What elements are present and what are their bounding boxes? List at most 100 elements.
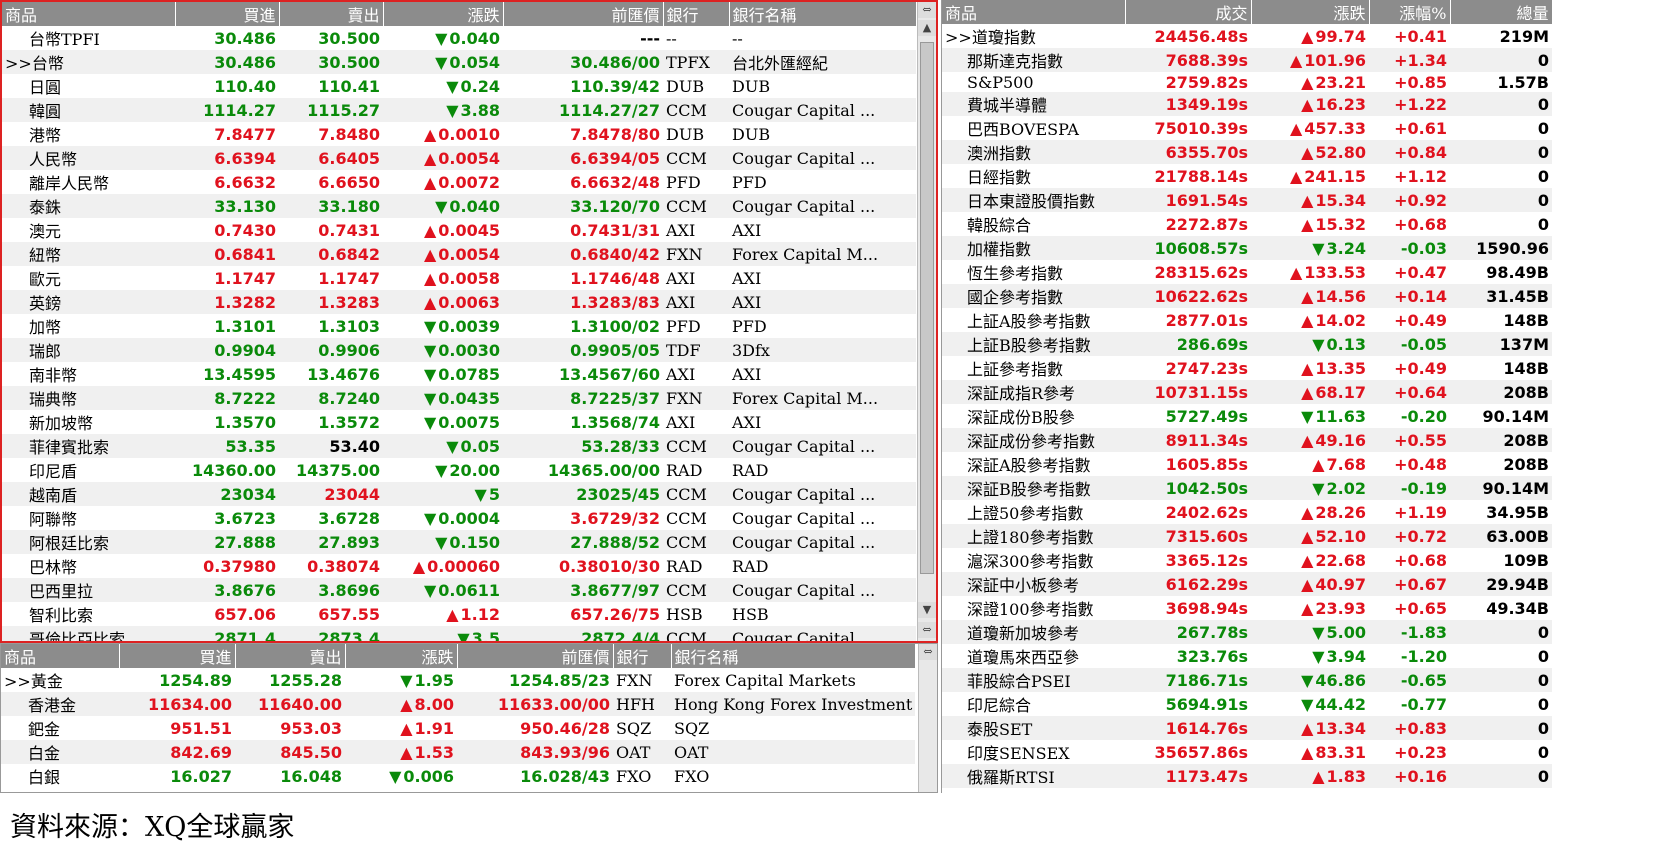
table-row[interactable]: 巴林幣 0.37980 0.380740.00060 0.38010/30 RAD RAD [2,554,916,578]
table-row[interactable]: 道瓊馬來西亞參 323.76s3.94 -1.20 0 [942,644,1552,668]
table-row[interactable]: 台幣30.48630.5000.05430.486/00TPFX台北外匯經紀 [2,50,916,74]
scroll-refresh-icon[interactable]: ⇔ [918,622,936,638]
row-bank-name: SQZ [674,718,710,738]
index-volume: 0 [1450,620,1552,644]
table-row[interactable]: 韓股綜合 2272.87s15.32 +0.68 0 [942,212,1552,236]
scroll-down-arrow-icon[interactable]: ▼ [918,602,936,618]
table-row[interactable]: 日圓 110.40 110.410.24 110.39/42 DUB DUB [2,74,916,98]
col-header-1[interactable]: 買進 [175,2,280,26]
table-row[interactable]: 歐元1.17471.17470.00581.1746/48AXIAXI [2,266,916,290]
index-col-header-3[interactable]: 漲幅% [1369,0,1451,24]
col-header-4[interactable]: 前匯價 [457,644,614,668]
row-change: 3.5 [383,626,503,641]
row-name: 韓圓 [2,98,175,122]
scroll-up-icon[interactable]: ⇔ [918,2,936,18]
col-header-6[interactable]: 銀行名稱 [729,2,917,26]
col-header-3[interactable]: 漲跌 [383,2,504,26]
table-row[interactable]: 離岸人民幣 6.6632 6.66500.0072 6.6632/48 PFD PFD [2,170,916,194]
table-row[interactable]: 上證50參考指數 2402.62s28.26 +1.19 34.95B [942,500,1552,524]
table-row[interactable]: 費城半導體1349.19s16.23+1.220 [942,92,1552,116]
col-header-5[interactable]: 銀行 [663,2,730,26]
table-row[interactable]: 白銀 16.027 16.0480.006 16.028/43 FXO FXO [1,764,915,788]
table-row[interactable]: 南非幣 13.4595 13.46760.0785 13.4567/60 AXI AXI [2,362,916,386]
table-row[interactable]: 紐幣0.68410.68420.00540.6840/42FXNForex Ca… [2,242,916,266]
table-row[interactable]: 深証中小板參考6162.29s40.97+0.6729.94B [942,572,1552,596]
index-pct: +0.84 [1369,140,1450,164]
table-row[interactable]: 道瓊指數 24456.48s99.74 +0.41 219M [942,24,1552,48]
table-row[interactable]: S&P500 2759.82s23.21 +0.85 1.57B [942,72,1552,92]
table-row[interactable]: 菲律賓批索53.3553.400.0553.28/33CCMCougar Cap… [2,434,916,458]
table-row[interactable]: 俄羅斯RTSI1173.47s1.83+0.160 [942,764,1552,788]
col-header-0[interactable]: 商品 [2,2,176,26]
table-row[interactable]: 白金842.69845.501.53843.93/96OATOAT [1,740,915,764]
table-row[interactable]: 阿根廷比索27.88827.8930.15027.888/52CCMCougar… [2,530,916,554]
table-row[interactable]: 泰銖33.13033.1800.04033.120/70CCMCougar Ca… [2,194,916,218]
table-row[interactable]: 加幣 1.3101 1.31030.0039 1.3100/02 PFD PFD [2,314,916,338]
table-row[interactable]: 道瓊英國參考指數341.21s0.55+0.160 [942,788,1552,794]
table-row[interactable]: 英鎊1.32821.32830.00631.3283/83AXIAXI [2,290,916,314]
fx-scrollbar[interactable]: ⇔ ▲ ▼ ⇔ [917,2,936,641]
row-bid: 23034 [175,482,279,506]
table-row[interactable]: 印尼盾 14360.00 14375.0020.00 14365.00/00 RAD RA… [2,458,916,482]
table-row[interactable]: 港幣 7.8477 7.84800.0010 7.8478/80 DUB DUB [2,122,916,146]
col-header-0[interactable]: 商品 [1,644,120,668]
table-row[interactable]: 國企參考指數10622.62s14.56+0.1431.45B [942,284,1552,308]
col-header-6[interactable]: 銀行名稱 [671,644,916,668]
table-row[interactable]: 人民幣6.63946.64050.00546.6394/05CCMCougar … [2,146,916,170]
index-col-header-0[interactable]: 商品 [942,0,1126,24]
col-header-5[interactable]: 銀行 [613,644,672,668]
table-row[interactable]: 黃金 1254.89 1255.281.95 1254.85/23 FXN Forex C… [1,668,915,692]
metals-scroll-corner-icon[interactable]: ⇔ [919,644,937,660]
table-row[interactable]: 阿聯幣 3.6723 3.67280.0004 3.6729/32 CCM Cougar … [2,506,916,530]
table-row[interactable]: 新加坡幣 1.3570 1.35720.0075 1.3568/74 AXI AXI [2,410,916,434]
table-row[interactable]: 上証參考指數 2747.23s13.35 +0.49 148B [942,356,1552,380]
table-row[interactable]: 日經指數 21788.14s241.15 +1.12 0 [942,164,1552,188]
table-row[interactable]: 越南盾2303423044523025/45CCMCougar Capital … [2,482,916,506]
table-row[interactable]: 澳元 0.7430 0.74310.0045 0.7431/31 AXI AXI [2,218,916,242]
table-row[interactable]: 上証A股參考指數 2877.01s14.02 +0.49 148B [942,308,1552,332]
table-row[interactable]: 印尼綜合 5694.91s44.42 -0.77 0 [942,692,1552,716]
row-bank-name: Cougar Capital ... [729,530,916,554]
col-header-3[interactable]: 漲跌 [345,644,458,668]
table-row[interactable]: 深證100參考指數 3698.94s23.93 +0.65 49.34B [942,596,1552,620]
table-row[interactable]: 滬深300參考指數 3365.12s22.68 +0.68 109B [942,548,1552,572]
col-header-4[interactable]: 前匯價 [503,2,664,26]
scroll-up-arrow-icon[interactable]: ▲ [918,20,936,36]
table-row[interactable]: 澳洲指數6355.70s52.80+0.840 [942,140,1552,164]
table-row[interactable]: 香港金11634.0011640.008.0011633.00/00HFHHon… [1,692,915,716]
table-row[interactable]: 台幣TPFI30.48630.5000.040------- [2,26,916,50]
table-row[interactable]: 智利比索 657.06 657.551.12 657.26/75 HSB HSB [2,602,916,626]
table-row[interactable]: 深証成份B股參 5727.49s11.63 -0.20 90.14M [942,404,1552,428]
table-row[interactable]: 日本東證股價指數1691.54s15.34+0.920 [942,188,1552,212]
table-row[interactable]: 泰股SET1614.76s13.34+0.830 [942,716,1552,740]
table-row[interactable]: 深証A股參考指數 1605.85s7.68 +0.48 208B [942,452,1552,476]
index-col-header-4[interactable]: 總量 [1450,0,1553,24]
table-row[interactable]: 韓圓1114.271115.273.881114.27/27CCMCougar … [2,98,916,122]
table-row[interactable]: 加權指數10608.57s3.24-0.031590.96 [942,236,1552,260]
table-row[interactable]: 那斯達克指數7688.39s101.96+1.340 [942,48,1552,72]
col-header-1[interactable]: 買進 [119,644,236,668]
fx-scroll-thumb[interactable] [920,42,934,574]
table-row[interactable]: 恆生參考指數 28315.62s133.53 +0.47 98.49B [942,260,1552,284]
metals-scrollbar[interactable]: ⇔ [918,644,937,792]
table-row[interactable]: 哥倫比亞比索2871.42873.43.52872.4/4CCMCougar C… [2,626,916,641]
table-row[interactable]: 巴西BOVESPA 75010.39s457.33 +0.61 0 [942,116,1552,140]
table-row[interactable]: 上證180參考指數7315.60s52.10+0.7263.00B [942,524,1552,548]
table-row[interactable]: 鈀金 951.51 953.031.91 950.46/28 SQZ SQZ [1,716,915,740]
table-row[interactable]: 深証B股參考指數1042.50s2.02-0.1990.14M [942,476,1552,500]
index-volume: 0 [1450,92,1552,116]
index-col-header-1[interactable]: 成交 [1125,0,1252,24]
index-col-header-2[interactable]: 漲跌 [1251,0,1370,24]
table-row[interactable]: 道瓊新加坡參考267.78s5.00-1.830 [942,620,1552,644]
table-row[interactable]: 上証B股參考指數286.69s0.13-0.05137M [942,332,1552,356]
table-row[interactable]: 深証成份參考指數8911.34s49.16+0.55208B [942,428,1552,452]
row-change: 3.88 [383,98,503,122]
table-row[interactable]: 印度SENSEX 35657.86s83.31 +0.23 0 [942,740,1552,764]
table-row[interactable]: 瑞郎0.99040.99060.00300.9905/05TDF3Dfx [2,338,916,362]
table-row[interactable]: 瑞典幣8.72228.72400.04358.7225/37FXNForex C… [2,386,916,410]
table-row[interactable]: 深証成指R參考10731.15s68.17+0.64208B [942,380,1552,404]
col-header-2[interactable]: 賣出 [279,2,384,26]
table-row[interactable]: 菲股綜合PSEI7186.71s46.86-0.650 [942,668,1552,692]
col-header-2[interactable]: 賣出 [235,644,346,668]
table-row[interactable]: 巴西里拉3.86763.86960.06113.8677/97CCMCougar… [2,578,916,602]
